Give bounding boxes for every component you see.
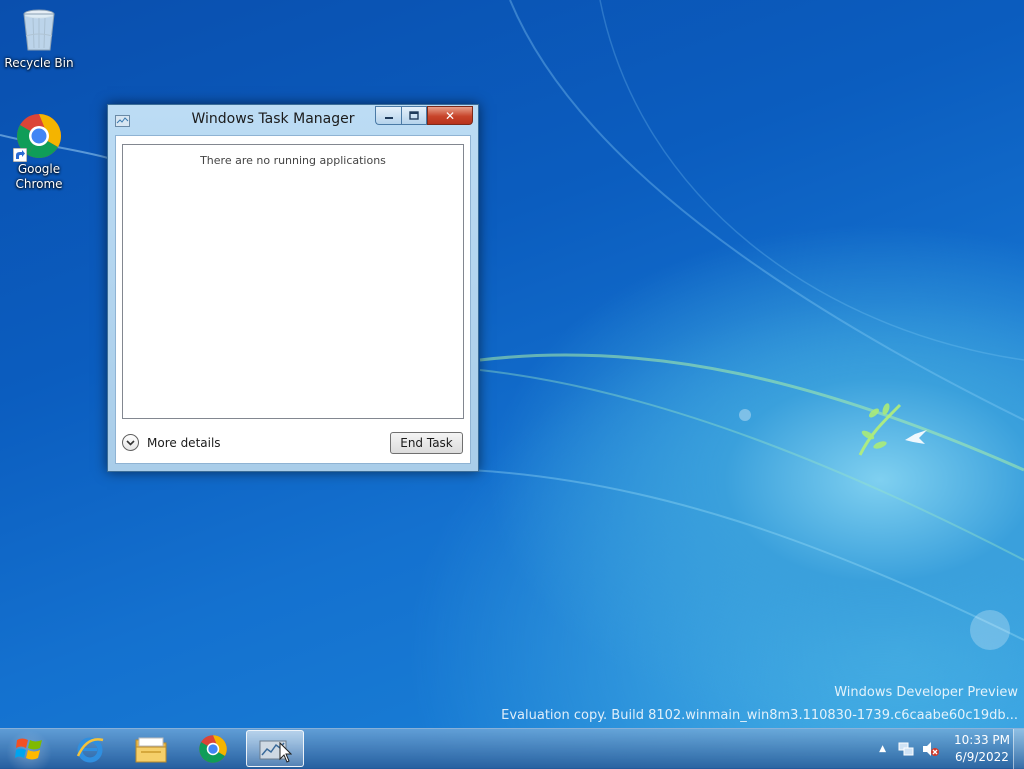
chevron-down-icon [122, 434, 139, 451]
bird-branch-icon [858, 403, 927, 456]
show-hidden-icons-icon[interactable]: ▲ [879, 744, 886, 754]
folder-icon [135, 737, 167, 762]
chrome-icon [13, 112, 63, 162]
applications-list[interactable]: There are no running applications [122, 144, 464, 419]
network-icon[interactable] [898, 741, 914, 757]
start-button[interactable] [0, 729, 58, 769]
taskbar-internet-explorer[interactable] [61, 730, 119, 767]
shortcut-arrow-icon [13, 148, 27, 162]
recycle-bin-icon [15, 6, 63, 54]
close-button[interactable]: ✕ [427, 106, 473, 125]
volume-muted-icon[interactable] [922, 741, 940, 757]
taskbar-google-chrome[interactable] [184, 730, 242, 767]
system-tray: ▲ 10:33 PM 6/9/2022 [879, 729, 1012, 769]
task-manager-icon [259, 740, 292, 763]
desktop-icon-google-chrome[interactable]: Google Chrome [1, 112, 77, 192]
watermark-line-2: Evaluation copy. Build 8102.winmain_win8… [501, 708, 1018, 723]
window-client-area: There are no running applications More d… [115, 135, 471, 464]
minimize-button[interactable] [375, 106, 401, 125]
taskbar-file-explorer[interactable] [122, 730, 180, 767]
clock-date: 6/9/2022 [955, 750, 1009, 764]
window-titlebar[interactable]: Windows Task Manager ✕ [108, 105, 478, 135]
more-details-label: More details [147, 435, 221, 450]
maximize-button[interactable] [401, 106, 427, 125]
end-task-button[interactable]: End Task [390, 432, 463, 454]
clock[interactable]: 10:33 PM 6/9/2022 [952, 732, 1012, 766]
taskbar: ▲ 10:33 PM 6/9/2022 [0, 728, 1024, 769]
taskbar-task-manager[interactable] [246, 730, 304, 767]
show-desktop-button[interactable] [1013, 729, 1024, 769]
desktop-icon-recycle-bin[interactable]: Recycle Bin [1, 6, 77, 71]
ie-icon [76, 737, 104, 762]
clock-time: 10:33 PM [954, 733, 1010, 747]
more-details-toggle[interactable]: More details [122, 434, 221, 451]
close-icon: ✕ [444, 108, 456, 123]
task-manager-window[interactable]: Windows Task Manager ✕ There are no runn… [107, 104, 479, 472]
desktop-icon-label: Recycle Bin [4, 56, 74, 70]
maximize-icon [409, 111, 419, 120]
empty-list-message: There are no running applications [200, 154, 386, 167]
desktop-icon-label: Google Chrome [15, 162, 63, 191]
watermark-line-1: Windows Developer Preview [834, 685, 1018, 700]
windows-logo-icon [15, 738, 42, 760]
chrome-icon [199, 734, 227, 763]
minimize-icon [384, 116, 393, 119]
